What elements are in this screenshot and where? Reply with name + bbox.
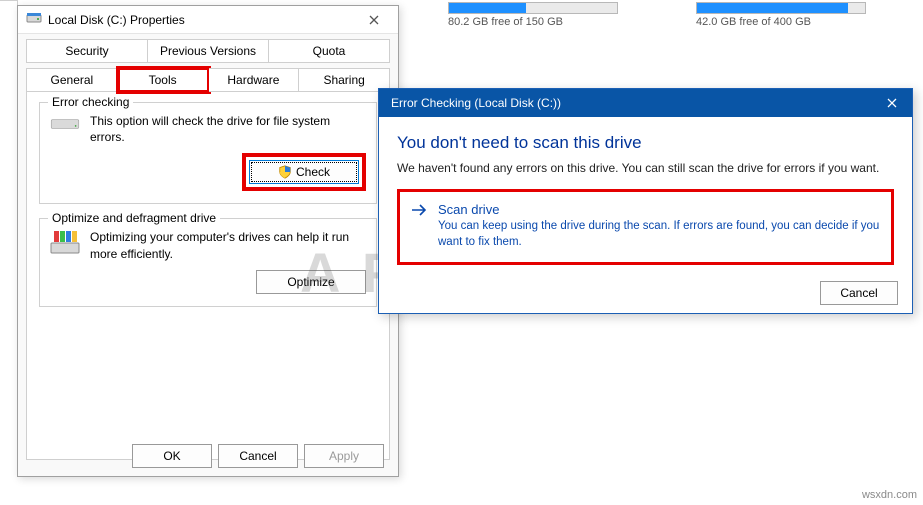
drive-space-text: 42.0 GB free of 400 GB bbox=[696, 16, 866, 28]
group-title: Optimize and defragment drive bbox=[48, 211, 220, 225]
drive-space-bar bbox=[448, 2, 618, 14]
tab-security[interactable]: Security bbox=[26, 39, 148, 63]
optimize-group: Optimize and defragment drive Optimizing… bbox=[39, 218, 377, 306]
error-checking-group: Error checking This option will check th… bbox=[39, 102, 377, 204]
close-button[interactable] bbox=[354, 6, 394, 34]
cancel-button[interactable]: Cancel bbox=[218, 444, 298, 468]
dialog-heading: You don't need to scan this drive bbox=[397, 133, 894, 153]
scan-drive-desc: You can keep using the drive during the … bbox=[438, 219, 881, 250]
cancel-button[interactable]: Cancel bbox=[820, 281, 898, 305]
check-button[interactable]: Check bbox=[249, 160, 359, 184]
tab-row-1: Security Previous Versions Quota bbox=[18, 34, 398, 63]
shield-icon bbox=[278, 165, 292, 179]
optimize-button[interactable]: Optimize bbox=[256, 270, 366, 294]
drive-item[interactable]: 80.2 GB free of 150 GB bbox=[440, 2, 618, 28]
tab-hardware[interactable]: Hardware bbox=[209, 68, 300, 92]
ok-button[interactable]: OK bbox=[132, 444, 212, 468]
drive-item[interactable]: 42.0 GB free of 400 GB bbox=[688, 2, 866, 28]
hard-drive-icon bbox=[50, 113, 80, 138]
properties-dialog: Local Disk (C:) Properties Security Prev… bbox=[17, 5, 399, 477]
tab-sharing[interactable]: Sharing bbox=[299, 68, 390, 92]
tab-row-2: General Tools Hardware Sharing bbox=[18, 63, 398, 92]
tab-quota[interactable]: Quota bbox=[269, 39, 390, 63]
window-title: Local Disk (C:) Properties bbox=[48, 13, 185, 27]
titlebar[interactable]: Error Checking (Local Disk (C:)) bbox=[379, 89, 912, 117]
check-button-label: Check bbox=[296, 165, 330, 179]
drive-space-text: 80.2 GB free of 150 GB bbox=[448, 16, 618, 28]
credit-text: wsxdn.com bbox=[862, 489, 917, 501]
scan-drive-title: Scan drive bbox=[438, 202, 881, 217]
window-title: Error Checking (Local Disk (C:)) bbox=[391, 96, 872, 110]
arrow-right-icon bbox=[410, 202, 428, 221]
drive-icon bbox=[26, 10, 42, 29]
tab-tools[interactable]: Tools bbox=[118, 68, 209, 92]
error-checking-dialog: Error Checking (Local Disk (C:)) You don… bbox=[378, 88, 913, 314]
check-button-highlight: Check bbox=[242, 153, 366, 191]
group-title: Error checking bbox=[48, 95, 133, 109]
titlebar[interactable]: Local Disk (C:) Properties bbox=[18, 6, 398, 34]
dialog-subtext: We haven't found any errors on this driv… bbox=[397, 161, 894, 175]
dialog-button-row: OK Cancel Apply bbox=[132, 444, 384, 468]
tab-general[interactable]: General bbox=[26, 68, 118, 92]
tab-previous-versions[interactable]: Previous Versions bbox=[148, 39, 269, 63]
optimize-button-label: Optimize bbox=[287, 275, 334, 289]
left-panel-fragment bbox=[0, 0, 18, 50]
scan-drive-option[interactable]: Scan drive You can keep using the drive … bbox=[397, 189, 894, 265]
defrag-icon bbox=[50, 229, 80, 258]
error-checking-desc: This option will check the drive for fil… bbox=[90, 113, 366, 145]
close-button[interactable] bbox=[872, 89, 912, 117]
apply-button[interactable]: Apply bbox=[304, 444, 384, 468]
optimize-desc: Optimizing your computer's drives can he… bbox=[90, 229, 366, 261]
drive-space-bar bbox=[696, 2, 866, 14]
tab-panel-tools: Error checking This option will check th… bbox=[26, 92, 390, 460]
